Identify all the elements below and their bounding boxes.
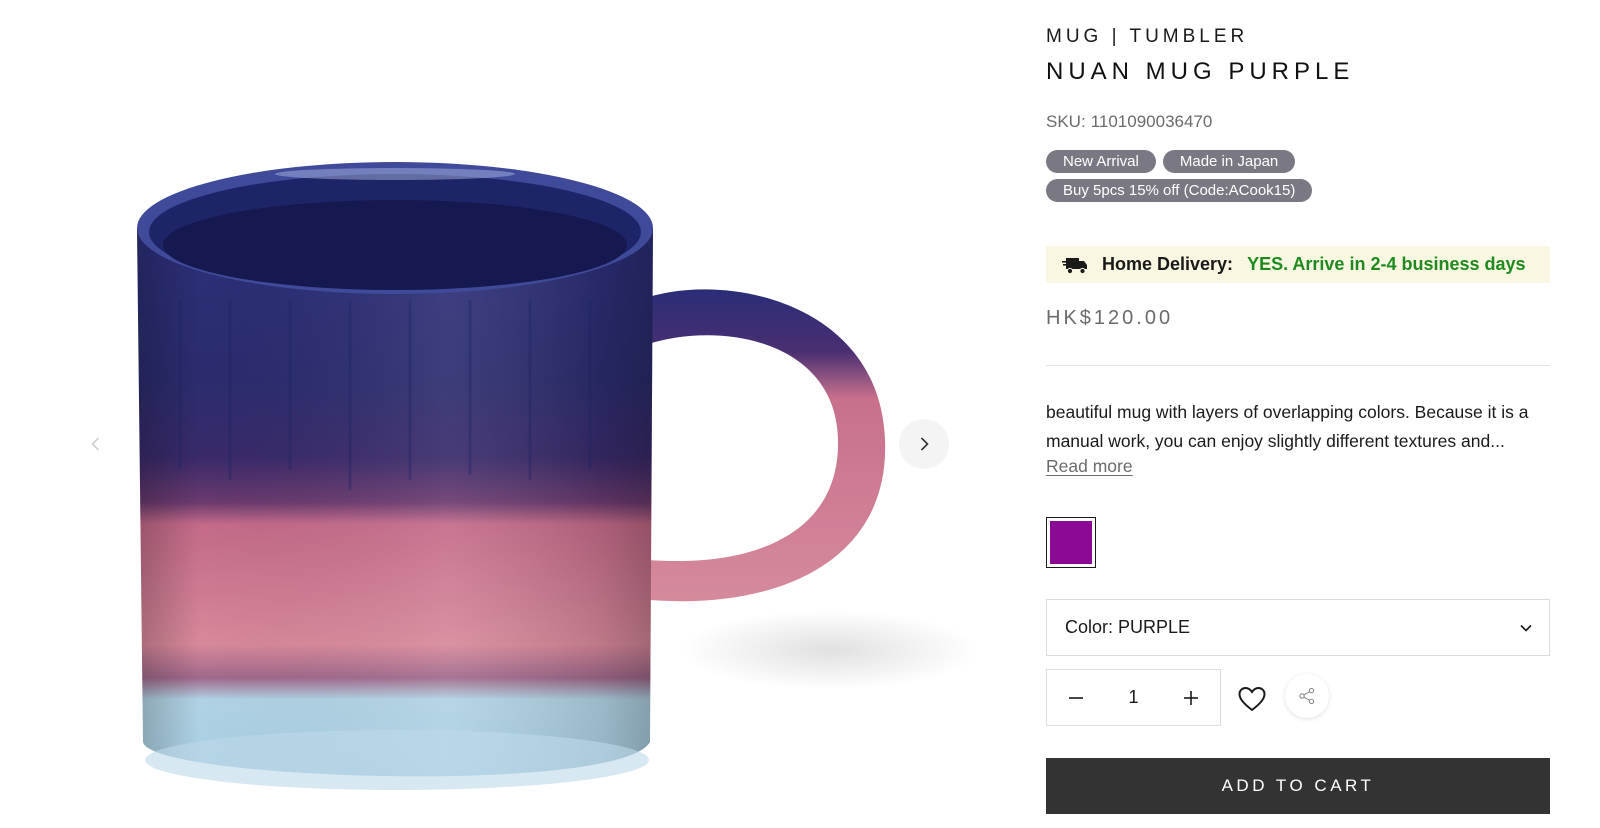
wishlist-button[interactable] (1237, 684, 1267, 714)
badge-promo: Buy 5pcs 15% off (Code:ACook15) (1046, 179, 1313, 202)
divider (1046, 365, 1550, 366)
quantity-stepper (1046, 669, 1221, 726)
mug-image (137, 162, 980, 790)
badge-row: Buy 5pcs 15% off (Code:ACook15) (1046, 179, 1313, 202)
plus-icon (1184, 690, 1198, 705)
product-price: HK$120.00 (1046, 307, 1174, 329)
delivery-status: YES. Arrive in 2-4 business days (1247, 254, 1526, 274)
color-select-label: Color: (1065, 617, 1114, 637)
chevron-right-icon (920, 437, 929, 451)
truck-icon (1062, 255, 1088, 275)
previous-image-button[interactable] (71, 419, 121, 469)
product-description: beautiful mug with layers of overlapping… (1046, 402, 1529, 451)
quantity-input[interactable] (1113, 687, 1154, 708)
product-sku: SKU: 1101090036470 (1046, 112, 1212, 132)
product-category[interactable]: MUG | TUMBLER (1046, 26, 1248, 48)
swatch-fill (1050, 521, 1092, 564)
color-select[interactable]: Color: PURPLE (1046, 599, 1550, 656)
chevron-left-icon (91, 437, 100, 451)
share-icon (1299, 687, 1315, 705)
share-button[interactable] (1285, 674, 1329, 718)
delivery-label: Home Delivery: (1102, 254, 1234, 274)
heart-icon (1238, 686, 1266, 712)
add-to-cart-button[interactable]: ADD TO CART (1046, 758, 1550, 814)
color-select-value: PURPLE (1118, 617, 1191, 637)
badge-made-in-japan: Made in Japan (1162, 150, 1296, 173)
decrease-quantity-button[interactable] (1065, 687, 1087, 709)
sku-label: SKU: (1046, 112, 1086, 131)
delivery-banner: Home Delivery: YES. Arrive in 2-4 busine… (1046, 246, 1550, 283)
badge-new-arrival: New Arrival (1046, 150, 1156, 173)
next-image-button[interactable] (899, 419, 949, 469)
sku-value: 1101090036470 (1090, 112, 1213, 131)
read-more-link[interactable]: Read more (1046, 456, 1133, 477)
minus-icon (1069, 696, 1083, 699)
product-title: NUAN MUG PURPLE (1046, 58, 1355, 85)
chevron-down-icon (1520, 624, 1532, 632)
badge-row: New Arrival Made in Japan (1046, 150, 1296, 173)
color-swatch-purple[interactable] (1046, 517, 1096, 568)
increase-quantity-button[interactable] (1180, 687, 1202, 709)
product-gallery (0, 0, 985, 828)
